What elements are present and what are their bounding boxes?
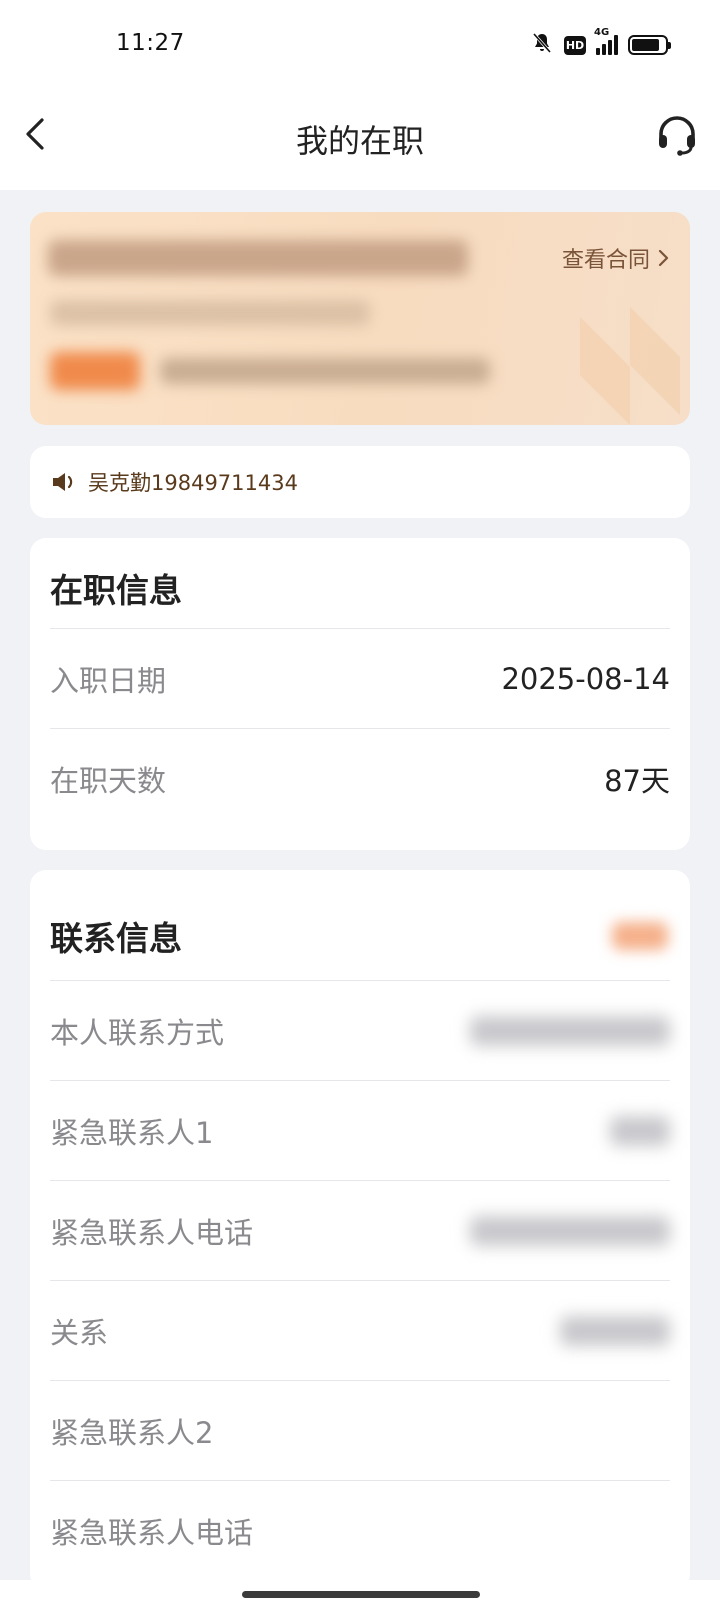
contact-row: 本人联系方式 <box>50 980 670 1080</box>
hire-date-value: 2025-08-14 <box>501 661 670 696</box>
redacted-value <box>610 1115 670 1146</box>
redacted-value <box>470 1215 670 1246</box>
bell-off-icon <box>530 31 554 59</box>
notice-bar: 吴克勤19849711434 <box>30 446 690 518</box>
contact-info-card: 联系信息 本人联系方式 紧急联系人1 紧急联系人电话 关系 紧急联系人2 紧急联… <box>30 870 690 1590</box>
signal-icon: 4G <box>594 27 618 55</box>
speaker-icon <box>53 473 73 491</box>
redacted-value <box>470 1015 670 1046</box>
nav-bar: 我的在职 <box>0 88 720 190</box>
brand-watermark <box>580 307 680 425</box>
view-contract-label: 查看合同 <box>561 248 650 273</box>
tenure-days-row: 在职天数 87天 <box>50 728 670 828</box>
row-label: 紧急联系人电话 <box>50 1215 254 1250</box>
status-icons: HD 4G <box>530 27 671 59</box>
row-label: 紧急联系人2 <box>50 1415 214 1450</box>
redacted-value <box>560 1315 670 1346</box>
contact-row: 紧急联系人电话 <box>50 1480 670 1580</box>
row-label: 关系 <box>50 1315 109 1350</box>
row-label: 入职日期 <box>50 663 167 698</box>
hd-icon: HD <box>564 35 586 55</box>
hire-date-row: 入职日期 2025-08-14 <box>50 628 670 728</box>
tenure-days-value: 87天 <box>604 763 670 798</box>
position-redacted <box>50 300 370 326</box>
status-bar: 11:27 HD 4G <box>0 0 720 88</box>
contact-row: 关系 <box>50 1280 670 1380</box>
contact-row: 紧急联系人2 <box>50 1380 670 1480</box>
chevron-right-icon <box>658 249 669 267</box>
customer-service-button[interactable] <box>652 110 702 160</box>
edit-button[interactable] <box>612 922 668 950</box>
home-indicator[interactable] <box>242 1591 480 1598</box>
network-type: 4G <box>594 27 610 38</box>
contact-row: 紧急联系人电话 <box>50 1180 670 1280</box>
battery-icon <box>628 35 671 55</box>
view-contract-link[interactable]: 查看合同 <box>562 242 670 274</box>
row-label: 紧急联系人电话 <box>50 1515 254 1550</box>
notice-text: 吴克勤19849711434 <box>88 471 298 495</box>
status-time: 11:27 <box>116 30 185 56</box>
employment-info-title: 在职信息 <box>50 571 182 610</box>
period-redacted <box>160 358 490 384</box>
row-label: 在职天数 <box>50 763 167 798</box>
row-label: 紧急联系人1 <box>50 1115 214 1150</box>
contract-card: 查看合同 <box>30 212 690 425</box>
employer-name-redacted <box>48 240 468 276</box>
contact-info-title: 联系信息 <box>50 919 182 958</box>
headset-icon <box>659 116 695 156</box>
employment-info-card: 在职信息 入职日期 2025-08-14 在职天数 87天 <box>30 538 690 850</box>
page-title: 我的在职 <box>295 122 424 160</box>
status-badge <box>50 352 140 390</box>
row-label: 本人联系方式 <box>50 1015 225 1050</box>
contact-row: 紧急联系人1 <box>50 1080 670 1180</box>
